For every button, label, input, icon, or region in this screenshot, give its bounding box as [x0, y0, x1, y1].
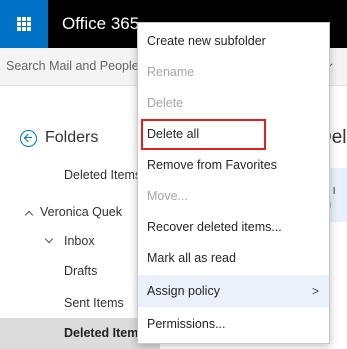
folders-title: Folders: [45, 129, 99, 146]
menu-item-remove-favorites[interactable]: Remove from Favorites: [138, 150, 329, 180]
folder-item-inbox[interactable]: Inbox: [64, 234, 95, 248]
chevron-right-icon: >: [311, 284, 319, 298]
folder-item-sent[interactable]: Sent Items: [64, 296, 124, 310]
app-launcher-button[interactable]: [0, 0, 48, 48]
menu-item-move: Move...: [147, 189, 188, 203]
menu-item-permissions[interactable]: Permissions...: [138, 309, 329, 339]
folder-item-deleted-favorite[interactable]: Deleted Items: [64, 168, 141, 182]
folder-item-deleted[interactable]: Deleted Items: [64, 326, 145, 340]
menu-item-create-subfolder[interactable]: Create new subfolder: [138, 26, 329, 56]
folders-header[interactable]: Folders: [20, 129, 98, 147]
waffle-icon: [17, 17, 31, 31]
chevron-up-icon[interactable]: [24, 210, 34, 220]
highlight-annotation: [141, 119, 266, 150]
menu-item-mark-all-read[interactable]: Mark all as read: [138, 243, 329, 273]
menu-item-delete: Delete: [147, 96, 184, 110]
account-node[interactable]: Veronica Quek: [40, 205, 122, 219]
menu-item-label: Assign policy: [147, 284, 220, 298]
menu-item-rename: Rename: [147, 65, 195, 79]
back-arrow-icon[interactable]: [20, 129, 37, 147]
folder-context-menu: Create new subfolder Rename Delete Delet…: [137, 22, 330, 344]
menu-item-recover-deleted[interactable]: Recover deleted items...: [138, 212, 329, 242]
app-title[interactable]: Office 365: [62, 14, 139, 34]
chevron-down-icon[interactable]: [44, 234, 54, 244]
search-input[interactable]: Search Mail and People: [6, 59, 139, 73]
folder-item-drafts[interactable]: Drafts: [64, 264, 97, 278]
menu-item-assign-policy[interactable]: Assign policy >: [138, 275, 329, 307]
